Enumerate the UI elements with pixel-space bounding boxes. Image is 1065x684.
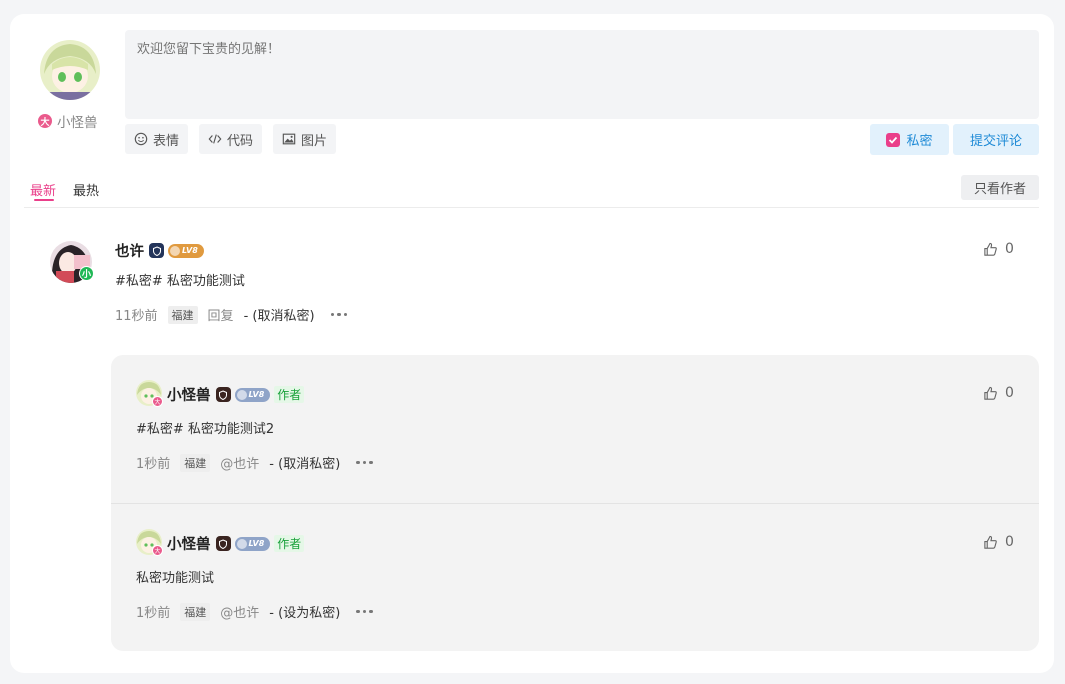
shield-icon — [215, 536, 231, 551]
commenter-name[interactable]: 也许 — [115, 240, 144, 261]
toggle-private-link[interactable]: - (取消私密) — [269, 453, 340, 472]
tab-active-indicator — [34, 199, 54, 201]
thumb-up-icon — [984, 242, 997, 256]
code-button[interactable]: 代码 — [199, 124, 263, 154]
private-label: 私密 — [906, 134, 933, 149]
checkbox-icon — [886, 132, 901, 147]
comment-meta: 11秒前 福建 回复 - (取消私密) — [115, 305, 348, 324]
location-tag: 福建 — [180, 453, 211, 472]
comment-time: 11秒前 — [115, 309, 158, 324]
reply-time: 1秒前 — [136, 606, 171, 621]
level-badge: LV8 — [234, 387, 271, 402]
level-text: LV8 — [248, 539, 265, 548]
shield-icon — [149, 243, 164, 258]
current-user-label: 小怪兽 — [57, 115, 98, 131]
reply-author-name[interactable]: 小怪兽 — [167, 384, 211, 405]
level-badge: LV8 — [168, 243, 204, 258]
tabs-divider — [24, 207, 1039, 208]
reply-header: 小怪兽 LV8 作者 — [167, 533, 305, 554]
mention-link[interactable]: @也许 — [220, 453, 259, 472]
private-toggle[interactable]: 私密 — [870, 124, 949, 155]
smile-icon — [134, 132, 148, 146]
comment-card: 大 小怪兽 表情 代码 图片 私密 提交评论 最新 最热 只看作者 小 — [10, 14, 1054, 673]
level-icon — [236, 538, 247, 549]
author-only-button[interactable]: 只看作者 — [961, 175, 1039, 200]
current-user-name: 大 小怪兽 — [38, 111, 98, 131]
current-user-avatar[interactable] — [40, 40, 100, 100]
more-options-icon[interactable] — [330, 312, 348, 317]
level-badge: LV8 — [234, 536, 271, 551]
toggle-private-link[interactable]: - (取消私密) — [244, 305, 315, 324]
reply-link[interactable]: 回复 — [208, 305, 234, 324]
tab-newest[interactable]: 最新 — [30, 180, 56, 199]
reply-header: 小怪兽 LV8 作者 — [167, 384, 305, 405]
reply-content: 私密功能测试 — [136, 571, 215, 586]
emoji-label: 表情 — [153, 133, 180, 149]
thumb-up-icon — [984, 535, 997, 549]
author-tag: 作者 — [274, 386, 305, 403]
mention-link[interactable]: @也许 — [220, 602, 259, 621]
image-label: 图片 — [301, 133, 328, 149]
comment-content: #私密# 私密功能测试 — [115, 274, 245, 289]
avatar-level-badge: 小 — [79, 266, 94, 281]
reply-divider — [111, 503, 1039, 504]
tab-hottest[interactable]: 最热 — [73, 180, 99, 199]
image-icon — [282, 133, 296, 145]
image-button[interactable]: 图片 — [273, 124, 337, 154]
level-icon — [236, 389, 247, 400]
location-tag: 福建 — [180, 602, 211, 621]
reply-avatar-badge: 大 — [152, 396, 163, 407]
like-count: 0 — [1005, 385, 1014, 401]
reply-author-name[interactable]: 小怪兽 — [167, 533, 211, 554]
reply-content: #私密# 私密功能测试2 — [136, 422, 275, 437]
reply-meta: 1秒前 福建 @也许 - (取消私密) — [136, 453, 373, 472]
reply-meta: 1秒前 福建 @也许 - (设为私密) — [136, 602, 373, 621]
submit-comment-button[interactable]: 提交评论 — [953, 124, 1039, 155]
level-text: LV8 — [248, 390, 265, 399]
reply-time: 1秒前 — [136, 457, 171, 472]
like-count: 0 — [1005, 534, 1014, 550]
emoji-button[interactable]: 表情 — [125, 124, 189, 154]
user-level-badge: 大 — [38, 114, 52, 128]
comment-header: 也许 LV8 — [115, 240, 204, 261]
thumb-up-icon — [984, 386, 997, 400]
shield-icon — [215, 387, 231, 402]
location-tag: 福建 — [167, 305, 198, 324]
code-label: 代码 — [227, 133, 254, 149]
level-icon — [170, 245, 180, 256]
like-count: 0 — [1005, 241, 1014, 257]
level-text: LV8 — [182, 246, 198, 255]
author-tag: 作者 — [274, 535, 305, 552]
toggle-private-link[interactable]: - (设为私密) — [269, 602, 340, 621]
like-button[interactable]: 0 — [983, 534, 1014, 550]
like-button[interactable]: 0 — [983, 385, 1014, 401]
reply-avatar-badge: 大 — [152, 545, 163, 556]
like-button[interactable]: 0 — [983, 241, 1014, 257]
code-icon — [208, 134, 222, 144]
comment-input[interactable] — [125, 30, 1039, 119]
more-options-icon[interactable] — [356, 460, 373, 465]
more-options-icon[interactable] — [356, 609, 373, 614]
